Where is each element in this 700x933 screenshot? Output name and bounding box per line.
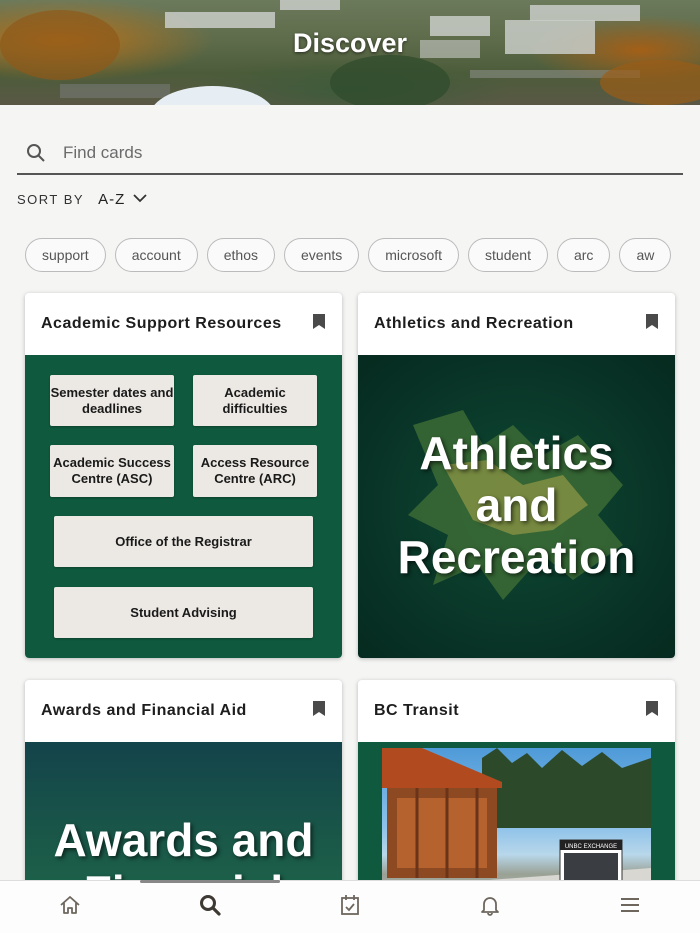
- nav-notifications[interactable]: [460, 887, 520, 927]
- chevron-down-icon[interactable]: [133, 190, 147, 208]
- tile-student-advising[interactable]: Student Advising: [54, 587, 313, 638]
- banner-line-1: Athletics: [419, 427, 614, 479]
- nav-search[interactable]: [180, 887, 240, 927]
- page-title: Discover: [292, 28, 408, 58]
- banner-line-3: Recreation: [397, 531, 636, 583]
- sort-value[interactable]: A-Z: [98, 191, 125, 208]
- nav-menu[interactable]: [600, 887, 660, 927]
- card-academic-support[interactable]: Academic Support Resources Semester date…: [25, 293, 342, 658]
- chip-support[interactable]: support: [25, 238, 106, 272]
- search-bar[interactable]: [17, 133, 683, 175]
- nav-calendar[interactable]: [320, 887, 380, 927]
- search-input[interactable]: [63, 143, 623, 163]
- bookmark-icon[interactable]: [312, 700, 326, 722]
- card-title: Awards and Financial Aid: [41, 702, 247, 719]
- calendar-check-icon[interactable]: [340, 894, 360, 921]
- home-icon[interactable]: [59, 895, 81, 920]
- bell-icon[interactable]: [480, 894, 500, 921]
- tile-academic-difficulties[interactable]: Academic difficulties: [193, 375, 317, 426]
- sort-control[interactable]: SORT BY A-Z: [17, 190, 147, 208]
- tile-academic-success-centre[interactable]: Academic Success Centre (ASC): [50, 445, 174, 497]
- card-banner: Athletics and Recreation: [358, 355, 675, 658]
- bottom-nav: [0, 880, 700, 933]
- chip-arc[interactable]: arc: [556, 238, 611, 272]
- banner-line-1: Awards and: [53, 814, 314, 866]
- card-title: Academic Support Resources: [41, 315, 282, 332]
- header-banner: Discover: [0, 0, 700, 105]
- card-body: Semester dates and deadlines Academic di…: [25, 355, 342, 658]
- card-athletics-recreation[interactable]: Athletics and Recreation Athletics and R…: [358, 293, 675, 658]
- tile-office-registrar[interactable]: Office of the Registrar: [54, 516, 313, 567]
- menu-icon[interactable]: [620, 897, 640, 918]
- bookmark-icon[interactable]: [312, 313, 326, 335]
- bus-sign-text: UNBC EXCHANGE: [565, 844, 617, 850]
- chip-aw[interactable]: aw: [619, 238, 672, 272]
- bookmark-icon[interactable]: [645, 700, 659, 722]
- search-icon: [17, 143, 55, 163]
- nav-home[interactable]: [40, 887, 100, 927]
- chip-microsoft[interactable]: microsoft: [368, 238, 460, 272]
- card-title: Athletics and Recreation: [374, 315, 574, 332]
- filter-chips: support account ethos events microsoft s…: [25, 238, 700, 274]
- chip-account[interactable]: account: [114, 238, 198, 272]
- bookmark-icon[interactable]: [645, 313, 659, 335]
- search-icon[interactable]: [199, 894, 221, 921]
- tile-semester-dates[interactable]: Semester dates and deadlines: [50, 375, 174, 426]
- chip-events[interactable]: events: [284, 238, 360, 272]
- tile-access-resource-centre[interactable]: Access Resource Centre (ARC): [193, 445, 317, 497]
- chip-ethos[interactable]: ethos: [206, 238, 275, 272]
- scroll-handle[interactable]: [140, 880, 280, 883]
- card-title: BC Transit: [374, 702, 460, 719]
- banner-line-2: and: [475, 479, 558, 531]
- chip-student[interactable]: student: [468, 238, 548, 272]
- sort-label: SORT BY: [17, 191, 85, 207]
